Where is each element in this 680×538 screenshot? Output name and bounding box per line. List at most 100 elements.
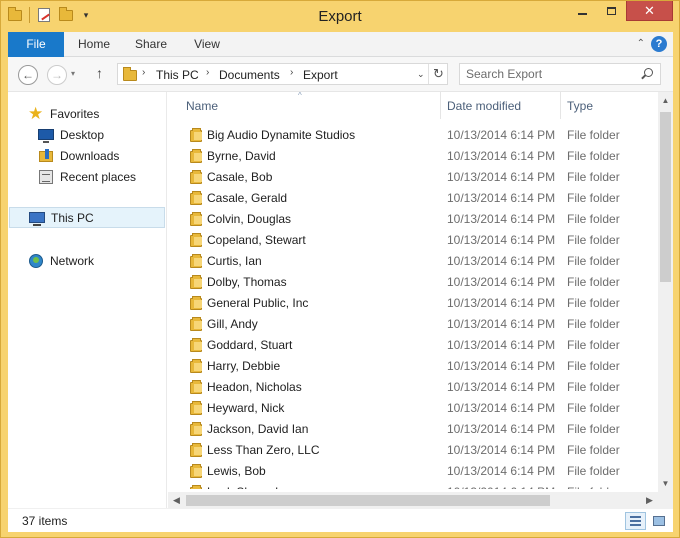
file-date-modified: 10/13/2014 6:14 PM: [447, 128, 556, 142]
file-type: File folder: [567, 359, 620, 373]
tab-home[interactable]: Home: [70, 32, 118, 57]
search-box[interactable]: [459, 63, 661, 85]
nav-item-label: Network: [50, 253, 95, 268]
breadcrumb-separator[interactable]: ›: [206, 67, 209, 78]
nav-item-favorites[interactable]: ★ Favorites: [8, 103, 166, 124]
nav-item-label: Favorites: [50, 106, 100, 121]
table-row[interactable]: Curtis, Ian 10/13/2014 6:14 PM File folder: [168, 251, 658, 272]
forward-button[interactable]: →: [47, 65, 67, 85]
horizontal-scrollbar[interactable]: ◀ ▶: [168, 492, 658, 509]
file-type: File folder: [567, 422, 620, 436]
table-row[interactable]: Lewis, Bob 10/13/2014 6:14 PM File folder: [168, 461, 658, 482]
table-row[interactable]: Casale, Bob 10/13/2014 6:14 PM File folder: [168, 167, 658, 188]
table-row[interactable]: Copeland, Stewart 10/13/2014 6:14 PM File …: [168, 230, 658, 251]
ribbon-tabs: File Home Share View ⌃ ?: [8, 32, 673, 57]
star-icon: ★: [28, 103, 44, 123]
file-date-modified: 10/13/2014 6:14 PM: [447, 212, 556, 226]
recent-locations-dropdown[interactable]: ▾: [71, 69, 75, 78]
explorer-window: ▾ Export ✕ File Home Share View ⌃ ? ← → …: [0, 0, 680, 538]
table-row[interactable]: Goddard, Stuart 10/13/2014 6:14 PM File fo…: [168, 335, 658, 356]
large-icons-view-icon: [653, 516, 665, 526]
scroll-down-button[interactable]: ▼: [658, 475, 673, 492]
nav-item-desktop[interactable]: Desktop: [8, 124, 166, 145]
table-row[interactable]: Byrne, David 10/13/2014 6:14 PM File folde…: [168, 146, 658, 167]
table-row[interactable]: Harry, Debbie 10/13/2014 6:14 PM File fold…: [168, 356, 658, 377]
folder-icon: [122, 67, 138, 82]
details-view-icon: [630, 516, 641, 526]
search-input[interactable]: [460, 64, 630, 84]
file-type: File folder: [567, 401, 620, 415]
refresh-button[interactable]: ↻: [428, 64, 448, 84]
file-date-modified: 10/13/2014 6:14 PM: [447, 275, 556, 289]
table-row[interactable]: Less Than Zero, LLC 10/13/2014 6:14 PM Fil…: [168, 440, 658, 461]
back-button[interactable]: ←: [18, 65, 38, 85]
nav-item-downloads[interactable]: Downloads: [8, 145, 166, 166]
file-type: File folder: [567, 233, 620, 247]
file-name: Big Audio Dynamite Studios: [207, 128, 356, 142]
table-row[interactable]: Gill, Andy 10/13/2014 6:14 PM File folder: [168, 314, 658, 335]
up-button[interactable]: ↑: [96, 65, 103, 81]
title-bar: ▾ Export ✕: [1, 1, 679, 32]
large-icons-view-button[interactable]: [648, 512, 669, 530]
file-list[interactable]: ^ Name Date modified Type Big Audio Dyna…: [168, 91, 673, 509]
file-type: File folder: [567, 443, 620, 457]
file-name: Dolby, Thomas: [207, 275, 287, 289]
nav-item-this-pc[interactable]: This PC: [9, 207, 165, 228]
column-header-name[interactable]: Name: [168, 92, 440, 119]
maximize-button[interactable]: [597, 1, 626, 21]
horizontal-scroll-thumb[interactable]: [186, 495, 550, 506]
scroll-up-button[interactable]: ▲: [658, 92, 673, 109]
file-type: File folder: [567, 149, 620, 163]
file-date-modified: 10/13/2014 6:14 PM: [447, 464, 556, 478]
expand-ribbon-icon[interactable]: ⌃: [637, 38, 645, 49]
nav-item-network[interactable]: Network: [8, 250, 166, 271]
breadcrumb-export[interactable]: Export: [303, 68, 338, 82]
vertical-scroll-thumb[interactable]: [660, 112, 671, 282]
computer-icon: [29, 210, 45, 226]
folder-icon: [188, 359, 204, 374]
table-row[interactable]: Leak Sharp, Inc 10/13/2014 6:14 PM File fo…: [168, 482, 658, 489]
folder-icon: [188, 275, 204, 290]
file-name: Jackson, David Ian: [207, 422, 309, 436]
file-type: File folder: [567, 317, 620, 331]
folder-icon: [188, 338, 204, 353]
table-row[interactable]: Colvin, Douglas 10/13/2014 6:14 PM File fo…: [168, 209, 658, 230]
scroll-left-button[interactable]: ◀: [168, 492, 185, 509]
address-bar[interactable]: › This PC › Documents › Export ⌄ ↻: [117, 63, 448, 85]
close-button[interactable]: ✕: [626, 1, 673, 21]
table-row[interactable]: Heyward, Nick 10/13/2014 6:14 PM File fold…: [168, 398, 658, 419]
search-icon[interactable]: [641, 68, 653, 80]
folder-icon: [188, 443, 204, 458]
breadcrumb-separator[interactable]: ›: [142, 67, 145, 78]
scroll-right-button[interactable]: ▶: [641, 492, 658, 509]
file-name: Leak Sharp, Inc: [207, 485, 291, 489]
vertical-scrollbar[interactable]: ▲ ▼: [658, 92, 673, 492]
nav-item-recent-places[interactable]: Recent places: [8, 166, 166, 187]
file-type: File folder: [567, 380, 620, 394]
details-view-button[interactable]: [625, 512, 646, 530]
column-header-type[interactable]: Type: [560, 92, 658, 119]
navigation-pane[interactable]: ★ Favorites Desktop Downloads Recent pla…: [8, 92, 167, 509]
table-row[interactable]: Jackson, David Ian 10/13/2014 6:14 PM File…: [168, 419, 658, 440]
nav-item-label: This PC: [51, 210, 94, 225]
table-row[interactable]: Casale, Gerald 10/13/2014 6:14 PM File fol…: [168, 188, 658, 209]
table-row[interactable]: Big Audio Dynamite Studios 10/13/2014 6:1…: [168, 125, 658, 146]
breadcrumb-documents[interactable]: Documents: [219, 68, 280, 82]
file-name: Byrne, David: [207, 149, 276, 163]
tab-view[interactable]: View: [184, 32, 230, 57]
breadcrumb-separator[interactable]: ›: [290, 67, 293, 78]
table-row[interactable]: Headon, Nicholas 10/13/2014 6:14 PM File f…: [168, 377, 658, 398]
minimize-button[interactable]: [568, 1, 597, 21]
help-icon[interactable]: ?: [651, 36, 667, 52]
file-type: File folder: [567, 212, 620, 226]
tab-file[interactable]: File: [8, 32, 64, 57]
column-header-date-modified[interactable]: Date modified: [440, 92, 560, 119]
column-header-row: ^ Name Date modified Type: [168, 91, 658, 119]
table-row[interactable]: Dolby, Thomas 10/13/2014 6:14 PM File fold…: [168, 272, 658, 293]
address-dropdown-icon[interactable]: ⌄: [417, 69, 425, 80]
breadcrumb-this-pc[interactable]: This PC: [156, 68, 199, 82]
file-name: Copeland, Stewart: [207, 233, 306, 247]
tab-share[interactable]: Share: [126, 32, 176, 57]
table-row[interactable]: General Public, Inc 10/13/2014 6:14 PM Fil…: [168, 293, 658, 314]
file-date-modified: 10/13/2014 6:14 PM: [447, 401, 556, 415]
